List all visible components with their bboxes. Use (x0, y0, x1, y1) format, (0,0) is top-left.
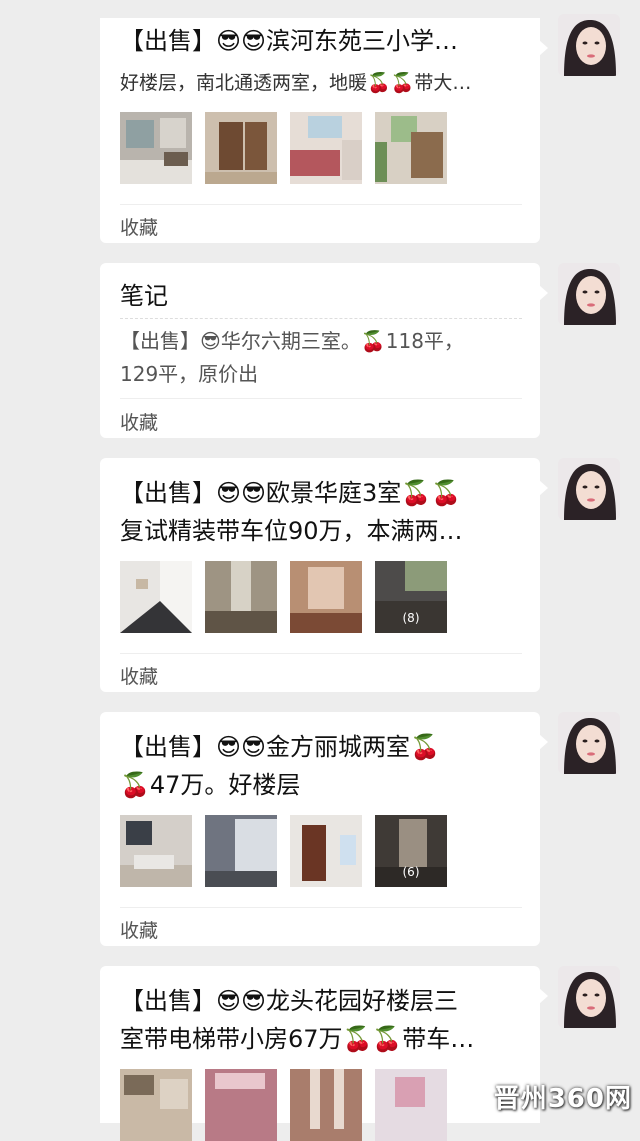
photo-thumbnail[interactable] (375, 1069, 447, 1141)
photo-thumbnail[interactable] (120, 112, 192, 184)
post-title: 【出售】😎😎滨河东苑三小学… (120, 22, 520, 60)
note-line-1: 【出售】😎华尔六期三室。🍒118平， (120, 329, 464, 353)
avatar[interactable] (558, 14, 620, 76)
avatar[interactable] (558, 263, 620, 325)
favorite-card-4[interactable]: 【出售】😎😎金方丽城两室🍒 🍒47万。好楼层 (6) 收藏 (100, 712, 548, 946)
photo-thumbnail[interactable]: (8) (375, 561, 447, 633)
photo-thumbnail[interactable] (375, 112, 447, 184)
collect-label: 收藏 (120, 412, 159, 434)
photo-grid (120, 112, 447, 184)
collect-label: 收藏 (120, 666, 159, 688)
post-title-line-2: 室带电梯带小房67万🍒🍒带车… (120, 1025, 475, 1053)
photo-grid (120, 1069, 447, 1141)
photo-thumbnail[interactable] (120, 815, 192, 887)
photo-thumbnail[interactable] (120, 561, 192, 633)
favorite-card-note[interactable]: 笔记 【出售】😎华尔六期三室。🍒118平， 129平，原价出 收藏 (100, 263, 548, 438)
post-title-line-2: 🍒47万。好楼层 (120, 771, 301, 799)
photo-thumbnail[interactable] (205, 1069, 277, 1141)
avatar[interactable] (558, 966, 620, 1028)
post-title-line-1: 【出售】😎😎欧景华庭3室🍒🍒 (120, 479, 462, 507)
post-subtitle: 好楼层，南北通透两室，地暖🍒🍒带大… (120, 72, 472, 94)
favorite-card-5[interactable]: 【出售】😎😎龙头花园好楼层三 室带电梯带小房67万🍒🍒带车… (100, 966, 548, 1141)
site-watermark: 晋州360网 (493, 1084, 632, 1114)
post-title: 【出售】😎😎龙头花园好楼层三 室带电梯带小房67万🍒🍒带车… (120, 982, 520, 1058)
avatar[interactable] (558, 712, 620, 774)
photo-thumbnail[interactable] (290, 561, 362, 633)
photo-thumbnail[interactable]: (6) (375, 815, 447, 887)
photo-grid: (6) (120, 815, 447, 887)
note-text: 【出售】😎华尔六期三室。🍒118平， 129平，原价出 (120, 325, 510, 391)
post-title-line-1: 【出售】😎😎金方丽城两室🍒 (120, 733, 440, 761)
photo-thumbnail[interactable] (120, 1069, 192, 1141)
post-title-line-2: 复试精装带车位90万，本满两… (120, 517, 463, 545)
photo-count-badge: (6) (402, 865, 420, 879)
favorite-card-3[interactable]: 【出售】😎😎欧景华庭3室🍒🍒 复试精装带车位90万，本满两… (8) 收藏 (100, 458, 548, 692)
favorite-card-1[interactable]: 【出售】😎😎滨河东苑三小学… 好楼层，南北通透两室，地暖🍒🍒带大… 收藏 (100, 18, 548, 243)
photo-thumbnail[interactable] (290, 112, 362, 184)
note-header: 笔记 (120, 282, 168, 310)
photo-thumbnail[interactable] (205, 815, 277, 887)
avatar[interactable] (558, 458, 620, 520)
post-title-line-1: 【出售】😎😎滨河东苑三小学… (120, 27, 459, 55)
post-title: 【出售】😎😎金方丽城两室🍒 🍒47万。好楼层 (120, 728, 520, 804)
post-title: 【出售】😎😎欧景华庭3室🍒🍒 复试精装带车位90万，本满两… (120, 474, 520, 550)
photo-grid: (8) (120, 561, 447, 633)
collect-label: 收藏 (120, 217, 159, 239)
photo-thumbnail[interactable] (290, 1069, 362, 1141)
photo-thumbnail[interactable] (290, 815, 362, 887)
post-title-line-1: 【出售】😎😎龙头花园好楼层三 (120, 987, 459, 1015)
photo-thumbnail[interactable] (205, 561, 277, 633)
photo-thumbnail[interactable] (205, 112, 277, 184)
photo-count-badge: (8) (402, 611, 420, 625)
note-line-2: 129平，原价出 (120, 362, 259, 386)
collect-label: 收藏 (120, 920, 159, 942)
